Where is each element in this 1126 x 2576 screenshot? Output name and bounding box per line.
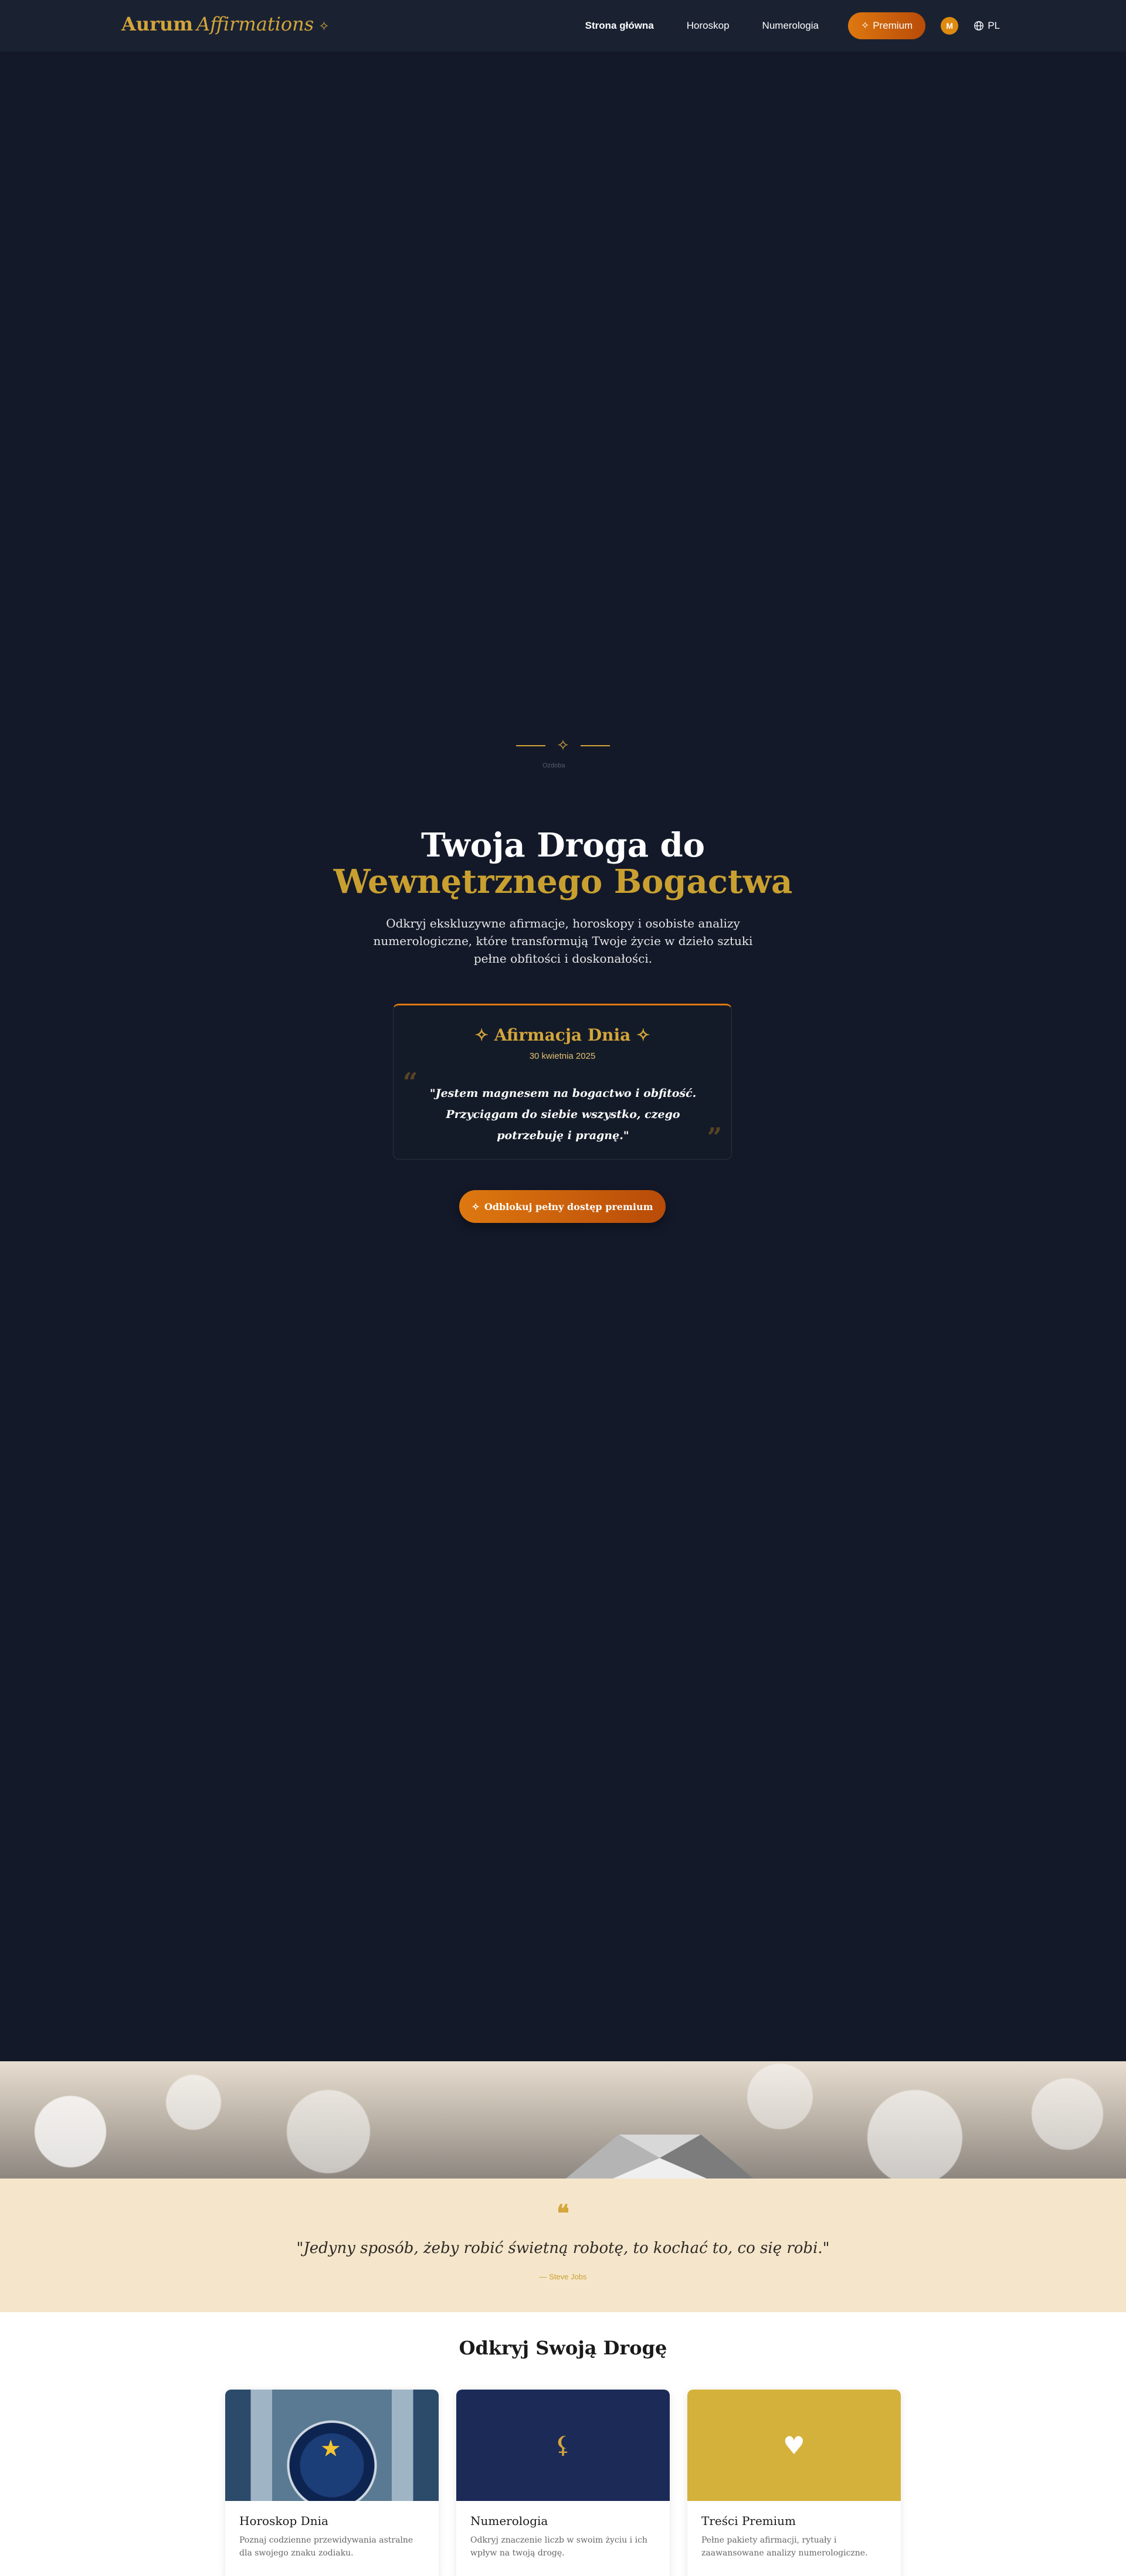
features-section: Odkryj Swoją Drogę ★ Horoskop Dnia Pozna… [0, 2312, 1126, 2576]
quote-text: "Jedyny sposób, żeby robić świetną robot… [296, 2239, 830, 2257]
affirmation-title: ✧ Afirmacja Dnia ✧ [474, 1025, 650, 1045]
language-selector[interactable]: PL [974, 20, 1000, 32]
features-title: Odkryj Swoją Drogę [459, 2337, 667, 2359]
ornament-divider: ✧ [516, 737, 610, 755]
feature-card-description: Pełne pakiety afirmacji, rytuały i zaawa… [701, 2536, 868, 2558]
unlock-premium-label: Odblokuj pełny dostęp premium [484, 1201, 653, 1212]
affirmation-date: 30 kwietnia 2025 [529, 1051, 596, 1061]
feature-card-title: Horoskop Dnia [239, 2514, 328, 2528]
hero-title: Twoja Droga do Wewnętrznego Bogactwa [0, 827, 1126, 900]
nav-link-numerology[interactable]: Numerologia [762, 20, 819, 32]
zodiac-clock-image: ★ [225, 2390, 439, 2501]
diamond-banner-image [0, 2061, 1126, 2179]
affirmation-text: "Jestem magnesem na bogactwo i obfitość.… [429, 1087, 697, 1142]
divider-line-right [580, 745, 610, 746]
language-label: PL [988, 20, 1000, 31]
quote-open-icon: “ [403, 1068, 418, 1097]
feature-card-title: Numerologia [470, 2514, 548, 2528]
nav-links: Strona główna Horoskop Numerologia ✧ Pre… [585, 0, 1000, 52]
nav-link-horoscope[interactable]: Horoskop [687, 20, 730, 32]
feature-card-horoscope[interactable]: ★ Horoskop Dnia Poznaj codzienne przewid… [225, 2390, 439, 2576]
globe-icon [974, 21, 984, 30]
hero-title-line2: Wewnętrznego Bogactwa [333, 862, 793, 901]
diamond-image [566, 2135, 754, 2179]
premium-label: Premium [873, 20, 913, 31]
sparkle-icon: ✧ [472, 1201, 480, 1212]
numerology-icon: ⚸ [456, 2390, 670, 2501]
logo[interactable]: Aurum Affirmations ✧ [121, 13, 330, 35]
unlock-premium-button[interactable]: ✧ Odblokuj pełny dostęp premium [459, 1190, 666, 1223]
divider-line-left [516, 745, 545, 746]
hero-title-line1: Twoja Droga do [421, 826, 705, 865]
quote-author: — Steve Jobs [539, 2272, 587, 2281]
quote-section: ❝ "Jedyny sposób, żeby robić świetną rob… [0, 2179, 1126, 2312]
logo-bold: Aurum [121, 13, 194, 35]
quote-icon: ❝ [557, 2200, 569, 2227]
sparkle-icon: ✧ [860, 20, 870, 31]
heart-icon: ♥ [687, 2390, 901, 2501]
star-icon: ★ [320, 2435, 341, 2462]
premium-button[interactable]: ✧ Premium [847, 12, 926, 39]
feature-card-title: Treści Premium [701, 2514, 796, 2528]
logo-italic: Affirmations [196, 13, 314, 35]
feature-card-premium[interactable]: ♥ Treści Premium Pełne pakiety afirmacji… [687, 2390, 901, 2576]
hero-subtitle: Odkryj ekskluzywne afirmacje, horoskopy … [373, 916, 753, 966]
affirmation-title-text: Afirmacja Dnia [494, 1025, 631, 1045]
sparkle-icon: ✧ [318, 19, 330, 34]
top-navigation: Aurum Affirmations ✧ Strona główna Horos… [0, 0, 1126, 52]
feature-card-description: Odkryj znaczenie liczb w swoim życiu i i… [470, 2536, 647, 2558]
sparkle-icon: ✧ [557, 737, 569, 755]
avatar[interactable]: M [941, 17, 959, 35]
quote-close-icon: ” [707, 1123, 722, 1153]
nav-link-home[interactable]: Strona główna [585, 20, 654, 32]
broken-image: Ozdoba [542, 762, 565, 769]
feature-card-numerology[interactable]: ⚸ Numerologia Odkryj znaczenie liczb w s… [456, 2390, 670, 2576]
feature-card-description: Poznaj codzienne przewidywania astralne … [239, 2536, 413, 2558]
affirmation-card: ✧ Afirmacja Dnia ✧ 30 kwietnia 2025 “ "J… [393, 1004, 732, 1160]
